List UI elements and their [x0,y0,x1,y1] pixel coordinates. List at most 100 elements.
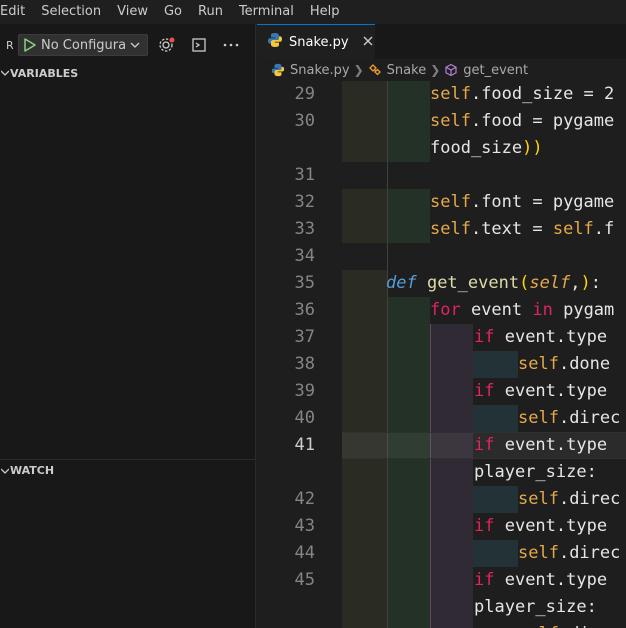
code-text: self.direc [518,486,620,513]
code-text: self.food = pygame [430,108,614,135]
code-line[interactable]: 37 if event.type [257,324,626,351]
code-line[interactable]: 44 self.direc [257,540,626,567]
code-line[interactable]: 39 if event.type [257,378,626,405]
code-token: )) [522,138,543,158]
code-token: .done [558,354,611,374]
code-token: player_size: [474,597,597,617]
code-line[interactable]: 41 if event.type [257,432,626,459]
code-line[interactable]: self.direc [257,621,626,628]
menu-bar: Edit Selection View Go Run Terminal Help [0,0,626,24]
debug-configuration-select[interactable]: No Configurati [18,34,148,56]
tab-snake-py[interactable]: Snake.py [257,24,375,59]
editor-area: Snake.py Snake.py ❯ Snake ❯ get_event 29… [257,24,626,628]
breadcrumb-class[interactable]: Snake [368,63,426,78]
code-token: if [474,435,505,455]
code-text: player_size: [474,594,597,621]
code-text: self.text = self.f [430,216,614,243]
code-line[interactable]: 40 self.direc [257,405,626,432]
gear-icon[interactable] [154,34,180,56]
breadcrumb-method[interactable]: get_event [444,63,528,78]
menu-go[interactable]: Go [156,0,190,24]
line-number: 34 [294,246,315,266]
code-token: self [518,489,559,509]
code-token: event.type [504,435,608,455]
code-view[interactable]: 29 self.food_size = 2 30 self.food = pygame… [257,81,626,628]
line-number: 40 [294,408,315,428]
code-token: pygam [563,300,615,320]
code-token: self [430,111,471,131]
code-token: self [430,219,471,239]
debug-console-icon[interactable] [186,34,212,56]
code-line[interactable]: food_size)) [257,135,626,162]
code-text: def get_event(self,): [386,270,601,297]
code-token: if [474,516,505,536]
code-token: .f [593,219,615,239]
menu-run[interactable]: Run [190,0,231,24]
code-line[interactable]: 33 self.text = self.f [257,216,626,243]
code-token: ) [580,273,591,293]
more-actions-icon[interactable] [218,34,244,56]
code-text: self.direc [518,405,620,432]
code-text: self.food_size = 2 [430,81,614,108]
code-text: for event in pygam [430,297,614,324]
close-icon[interactable] [363,34,373,50]
code-token: if [474,381,505,401]
line-number: 31 [294,165,315,185]
code-token: event.type [504,516,608,536]
code-token: food_size [430,138,523,158]
watch-section-header[interactable]: WATCH [0,459,255,481]
line-number: 37 [294,327,315,347]
menu-edit[interactable]: Edit [0,0,33,24]
code-line[interactable]: 36 for event in pygam [257,297,626,324]
code-line[interactable]: 43 if event.type [257,513,626,540]
menu-view[interactable]: View [109,0,156,24]
code-token: self [518,354,559,374]
code-line[interactable]: player_size: [257,594,626,621]
chevron-down-icon[interactable] [125,42,145,48]
line-number: 29 [294,84,315,104]
code-line[interactable]: 34 [257,243,626,270]
code-line[interactable]: 32 self.font = pygame [257,189,626,216]
code-line[interactable]: 38 self.done [257,351,626,378]
code-text: food_size)) [430,135,543,162]
code-token: , [570,273,581,293]
code-token: .direc [558,489,621,509]
variables-title: VARIABLES [10,66,79,80]
breadcrumb-file-label: Snake.py [290,62,350,78]
code-token: for [430,300,471,320]
code-line[interactable]: 45 if event.type [257,567,626,594]
code-token: event [470,300,533,320]
code-token: .text = [470,219,553,239]
chevron-right-icon: ❯ [353,63,364,77]
code-text: if event.type [474,567,607,594]
menu-selection[interactable]: Selection [33,0,109,24]
run-view-title: R [6,38,14,52]
code-line[interactable]: player_size: [257,459,626,486]
debug-toolbar: R No Configurati [0,32,255,58]
code-line[interactable]: 30 self.food = pygame [257,108,626,135]
start-debugging-icon[interactable] [19,35,41,55]
code-text: self.direc [518,540,620,567]
code-token: self [430,192,471,212]
code-line[interactable]: 35 def get_event(self,): [257,270,626,297]
code-line[interactable]: 29 self.food_size = 2 [257,81,626,108]
code-line[interactable]: 42 self.direc [257,486,626,513]
code-token: def [386,273,427,293]
method-symbol-icon [445,63,457,77]
python-file-icon [271,63,285,77]
code-token: .font = pygame [470,192,615,212]
code-token: player_size: [474,462,597,482]
menu-help[interactable]: Help [302,0,348,24]
variables-section-header[interactable]: VARIABLES [0,62,255,84]
code-token: self [518,543,559,563]
breadcrumb-file[interactable]: Snake.py [271,63,350,78]
line-number: 44 [294,543,315,563]
code-text: self.done [518,351,610,378]
code-token: event.type [504,570,608,590]
menu-terminal[interactable]: Terminal [231,0,302,24]
line-number: 39 [294,381,315,401]
code-line[interactable]: 31 [257,162,626,189]
code-token: get_event [426,273,520,293]
line-number: 36 [294,300,315,320]
code-token: self [430,84,471,104]
